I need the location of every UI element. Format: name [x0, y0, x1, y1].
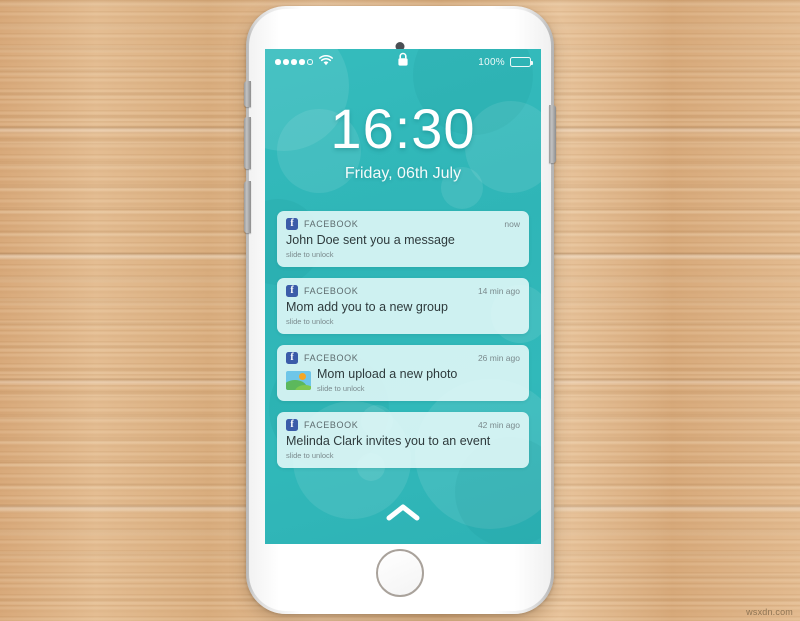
chevron-up-icon[interactable] [386, 503, 420, 526]
notification-header: f FACEBOOK 14 min ago [286, 285, 520, 297]
silent-switch-button[interactable] [244, 81, 251, 107]
slide-to-unlock-hint[interactable]: slide to unlock [317, 384, 457, 393]
smartphone-device: 100% 16:30 Friday, 06th July f FACEBOOK [244, 6, 556, 614]
photo-thumbnail-icon [286, 370, 311, 390]
notification-text: Melinda Clark invites you to an event sl… [286, 434, 490, 460]
status-bar: 100% [265, 49, 541, 75]
phone-screen[interactable]: 100% 16:30 Friday, 06th July f FACEBOOK [265, 49, 541, 544]
facebook-icon: f [286, 352, 298, 364]
notification-card[interactable]: f FACEBOOK 14 min ago Mom add you to a n… [277, 278, 529, 334]
notification-header: f FACEBOOK now [286, 218, 520, 230]
site-watermark: wsxdn.com [746, 607, 793, 617]
notification-title: Mom add you to a new group [286, 300, 448, 314]
notification-list: f FACEBOOK now John Doe sent you a messa… [277, 211, 529, 479]
notification-title: Mom upload a new photo [317, 367, 458, 381]
notification-app-name: FACEBOOK [304, 219, 359, 229]
lock-icon [397, 52, 409, 72]
volume-up-button[interactable] [244, 117, 251, 169]
sun-shape [299, 372, 306, 380]
clock-date: Friday, 06th July [344, 165, 462, 182]
power-button[interactable] [549, 105, 556, 163]
clock-time: 16:30 [330, 97, 476, 160]
status-bar-right: 100% [478, 56, 534, 68]
notification-body: Mom add you to a new group slide to unlo… [286, 300, 520, 326]
notification-card[interactable]: f FACEBOOK 42 min ago Melinda Clark invi… [277, 412, 529, 468]
cellular-signal-icon [275, 59, 313, 65]
volume-down-button[interactable] [244, 181, 251, 233]
notification-timestamp: now [504, 219, 520, 229]
notification-title: John Doe sent you a message [286, 233, 455, 247]
notification-timestamp: 42 min ago [477, 420, 520, 430]
facebook-icon: f [286, 285, 298, 297]
notification-timestamp: 14 min ago [477, 286, 520, 296]
notification-card[interactable]: f FACEBOOK now John Doe sent you a messa… [277, 211, 529, 267]
wifi-icon [318, 53, 333, 71]
notification-card[interactable]: f FACEBOOK 26 min ago Mom upload a new p… [277, 345, 529, 401]
battery-percent-label: 100% [478, 56, 505, 68]
notification-body: John Doe sent you a message slide to unl… [286, 233, 520, 259]
home-button[interactable] [376, 549, 424, 597]
slide-to-unlock-hint[interactable]: slide to unlock [286, 317, 448, 326]
notification-text: John Doe sent you a message slide to unl… [286, 233, 455, 259]
notification-app-name: FACEBOOK [304, 286, 359, 296]
notification-timestamp: 26 min ago [477, 353, 520, 363]
slide-to-unlock-hint[interactable]: slide to unlock [286, 250, 455, 259]
lockscreen-clock: 16:30 Friday, 06th July [265, 101, 541, 183]
notification-text: Mom upload a new photo slide to unlock [317, 367, 457, 393]
facebook-icon: f [286, 218, 298, 230]
battery-icon [510, 57, 534, 67]
facebook-icon: f [286, 419, 298, 431]
notification-body: Melinda Clark invites you to an event sl… [286, 434, 520, 460]
notification-title: Melinda Clark invites you to an event [286, 434, 491, 448]
notification-app-name: FACEBOOK [304, 353, 359, 363]
status-bar-left [275, 53, 333, 71]
notification-text: Mom add you to a new group slide to unlo… [286, 300, 448, 326]
notification-header: f FACEBOOK 26 min ago [286, 352, 520, 364]
notification-body: Mom upload a new photo slide to unlock [286, 367, 520, 393]
slide-to-unlock-hint[interactable]: slide to unlock [286, 451, 490, 460]
notification-app-name: FACEBOOK [304, 420, 359, 430]
notification-header: f FACEBOOK 42 min ago [286, 419, 520, 431]
phone-body: 100% 16:30 Friday, 06th July f FACEBOOK [244, 9, 556, 611]
